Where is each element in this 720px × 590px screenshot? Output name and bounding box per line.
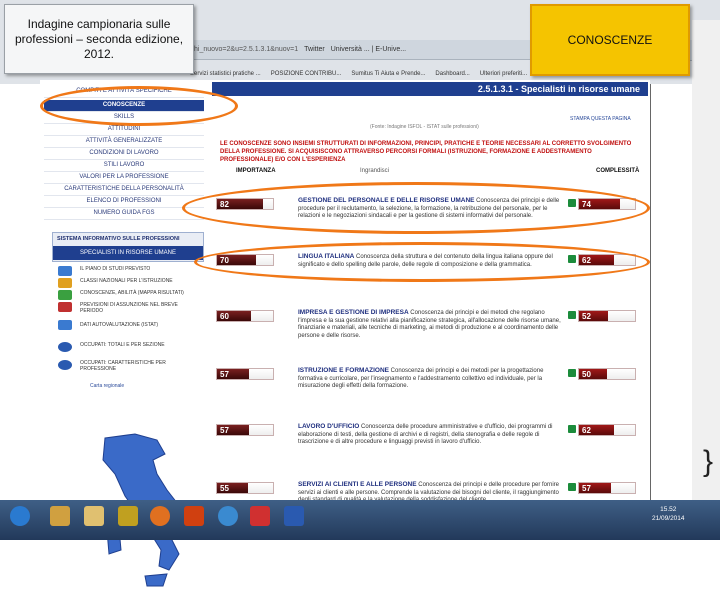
library-icon[interactable] bbox=[84, 506, 104, 526]
sidebar-item-valori[interactable]: VALORI PER LA PROFESSIONE bbox=[44, 172, 204, 184]
knowledge-name[interactable]: LAVORO D'UFFICIO bbox=[298, 423, 359, 430]
sidebar-item-elenco-professioni[interactable]: ELENCO DI PROFESSIONI bbox=[44, 196, 204, 208]
importance-bar: 60 bbox=[216, 310, 274, 322]
clock-date: 21/09/2014 bbox=[652, 515, 685, 522]
table-row: 57 LAVORO D'UFFICIO Conoscenza delle proc… bbox=[210, 420, 650, 475]
importance-value: 55 bbox=[220, 484, 229, 493]
knowledge-description: ISTRUZIONE E FORMAZIONE Conoscenza dei p… bbox=[298, 367, 544, 389]
system-clock[interactable]: 15.52 21/09/2014 bbox=[652, 505, 685, 523]
highlight-ellipse-sidebar bbox=[40, 86, 238, 126]
brace-icon: } bbox=[703, 445, 714, 478]
importance-value: 57 bbox=[220, 370, 229, 379]
knowledge-name[interactable]: SERVIZI AI CLIENTI E ALLE PERSONE bbox=[298, 481, 417, 488]
sidebar-item-personalita[interactable]: CARATTERISTICHE DELLA PERSONALITÀ bbox=[44, 184, 204, 196]
conoscenze-badge: CONOSCENZE bbox=[530, 4, 690, 76]
chart-icon bbox=[58, 320, 72, 330]
source-note: (Fonte: Indagine ISFOL - ISTAT sulle pro… bbox=[370, 124, 479, 130]
info-icon[interactable] bbox=[568, 311, 576, 319]
importance-bar: 57 bbox=[216, 368, 274, 380]
bar-chart-icon bbox=[58, 302, 72, 312]
sidebar-item-condizioni-lavoro[interactable]: CONDIZIONI DI LAVORO bbox=[44, 148, 204, 160]
sidebar-link[interactable]: DATI AUTOVALUTAZIONE (ISTAT) bbox=[80, 322, 200, 328]
left-sidebar: COMPITI E ATTIVITÀ SPECIFICHE CONOSCENZE… bbox=[40, 80, 210, 587]
photo-icon[interactable] bbox=[118, 506, 138, 526]
browser-tab-2[interactable]: Università ... | E-Unive... bbox=[331, 46, 406, 53]
windows-taskbar: 15.52 21/09/2014 bbox=[0, 500, 720, 540]
sidebar-item-numero-guida[interactable]: NUMERO GUIDA FGS bbox=[44, 208, 204, 220]
sidebar-item-stili-lavoro[interactable]: STILI LAVORO bbox=[44, 160, 204, 172]
sidebar-link[interactable]: OCCUPATI: CARATTERISTICHE PER PROFESSION… bbox=[80, 360, 200, 372]
knowledge-intro: Le conoscenze sono insiemi strutturati d… bbox=[220, 141, 632, 163]
importance-bar: 57 bbox=[216, 424, 274, 436]
sidebar-item-attivita-generalizzate[interactable]: ATTIVITÀ GENERALIZZATE bbox=[44, 136, 204, 148]
table-row: 57 ISTRUZIONE E FORMAZIONE Conoscenza dei… bbox=[210, 364, 650, 419]
knowledge-description: IMPRESA E GESTIONE DI IMPRESA Conoscenza… bbox=[298, 309, 561, 339]
word-icon[interactable] bbox=[284, 506, 304, 526]
main-content: 2.5.1.3.1 - Specialisti in risorse umane… bbox=[210, 80, 650, 503]
ie-icon[interactable] bbox=[218, 506, 238, 526]
acrobat-icon[interactable] bbox=[250, 506, 270, 526]
importance-bar: 55 bbox=[216, 482, 274, 494]
people-icon bbox=[58, 342, 72, 352]
browser-address-area[interactable]: hi_nuovo=2&u=2.5.1.3.1&nuov=1 Twitter Un… bbox=[190, 40, 532, 60]
sidebar-link[interactable]: CLASSI NAZIONALI PER L'ISTRUZIONE bbox=[80, 278, 200, 284]
column-importance: IMPORTANZA bbox=[236, 168, 276, 174]
knowledge-name[interactable]: ISTRUZIONE E FORMAZIONE bbox=[298, 367, 389, 374]
complexity-value: 57 bbox=[582, 484, 591, 493]
document-icon bbox=[58, 266, 72, 276]
bookmark-item[interactable]: Servizi statistici pratiche ... bbox=[190, 71, 261, 77]
bookmark-item[interactable]: Sumitus Ti Aiuta e Prende... bbox=[351, 71, 425, 77]
system-info-box: SISTEMA INFORMATIVO SULLE PROFESSIONI SP… bbox=[52, 232, 204, 262]
knowledge-name[interactable]: IMPRESA E GESTIONE DI IMPRESA bbox=[298, 309, 409, 316]
start-button-icon[interactable] bbox=[10, 506, 30, 526]
sidebar-link[interactable]: IL PIANO DI STUDI PREVISTO bbox=[80, 266, 200, 272]
regions-link[interactable]: Carta regionale bbox=[90, 383, 124, 389]
info-icon[interactable] bbox=[568, 369, 576, 377]
info-icon[interactable] bbox=[568, 425, 576, 433]
address-url[interactable]: hi_nuovo=2&u=2.5.1.3.1&nuov=1 bbox=[194, 46, 298, 53]
print-link[interactable]: STAMPA QUESTA PAGINA bbox=[570, 116, 631, 122]
page-divider bbox=[650, 84, 651, 500]
folder-icon bbox=[58, 278, 72, 288]
sidebar-link[interactable]: CONOSCENZE, ABILITÀ (MAPPA RISULTATI) bbox=[80, 290, 200, 296]
importance-value: 60 bbox=[220, 312, 229, 321]
complexity-value: 52 bbox=[582, 312, 591, 321]
bookmark-item[interactable]: Dashboard... bbox=[435, 71, 469, 77]
people-icon bbox=[58, 360, 72, 370]
system-info-subtitle: SPECIALISTI IN RISORSE UMANE bbox=[53, 246, 203, 260]
complexity-bar: 50 bbox=[578, 368, 636, 380]
sidebar-link[interactable]: OCCUPATI: TOTALI E PER SEZIONE bbox=[80, 342, 200, 348]
office-icon[interactable] bbox=[184, 506, 204, 526]
pie-chart-icon bbox=[58, 290, 72, 300]
complexity-value: 50 bbox=[582, 370, 591, 379]
complexity-value: 62 bbox=[582, 426, 591, 435]
complexity-bar: 62 bbox=[578, 424, 636, 436]
importance-value: 57 bbox=[220, 426, 229, 435]
bookmark-item[interactable]: Ulteriori preferiti... bbox=[480, 71, 527, 77]
highlight-ellipse-row-2 bbox=[194, 242, 650, 282]
clock-time: 15.52 bbox=[660, 506, 677, 513]
firefox-icon[interactable] bbox=[150, 506, 170, 526]
table-row: 60 IMPRESA E GESTIONE DI IMPRESA Conoscen… bbox=[210, 306, 650, 361]
zoom-legend[interactable]: Ingrandisci bbox=[360, 168, 389, 174]
bookmark-item[interactable]: POSIZIONE CONTRIBU... bbox=[271, 71, 342, 77]
profession-header: 2.5.1.3.1 - Specialisti in risorse umane bbox=[212, 82, 648, 96]
explorer-icon[interactable] bbox=[50, 506, 70, 526]
complexity-bar: 57 bbox=[578, 482, 636, 494]
sidebar-link[interactable]: PREVISIONI DI ASSUNZIONE NEL BREVE PERIO… bbox=[80, 302, 200, 314]
system-info-title: SISTEMA INFORMATIVO SULLE PROFESSIONI bbox=[57, 236, 180, 242]
knowledge-description: LAVORO D'UFFICIO Conoscenza delle proced… bbox=[298, 423, 553, 445]
info-icon[interactable] bbox=[568, 483, 576, 491]
right-panel bbox=[692, 20, 720, 500]
highlight-ellipse-row-1 bbox=[182, 182, 650, 234]
column-complexity: COMPLESSITÀ bbox=[596, 168, 640, 174]
slide-title-box: Indagine campionaria sulle professioni –… bbox=[4, 4, 194, 74]
complexity-bar: 52 bbox=[578, 310, 636, 322]
browser-tab[interactable]: Twitter bbox=[304, 46, 325, 53]
